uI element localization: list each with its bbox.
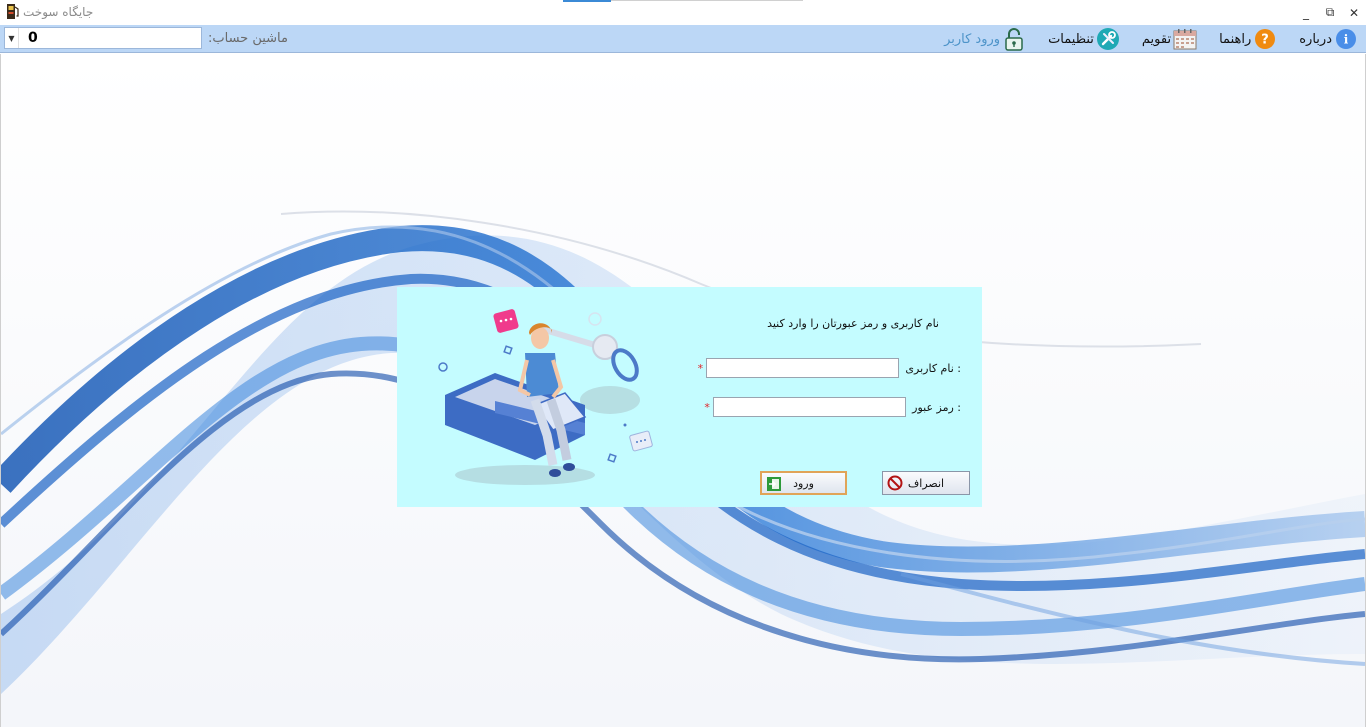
menu-label-login: ورود کاربر: [944, 31, 1001, 47]
account-group: ▼ 0 ماشین حساب:: [4, 27, 288, 49]
login-illustration: [438, 309, 653, 485]
account-label: ماشین حساب:: [208, 30, 288, 46]
fuel-pump-icon: [7, 4, 19, 19]
enter-icon: [767, 477, 781, 491]
window-controls: _ ⧉ ✕: [1294, 0, 1366, 25]
dropdown-arrow-icon[interactable]: ▼: [5, 28, 19, 48]
title-tab-indicator: [563, 0, 611, 2]
account-value: 0: [28, 30, 38, 46]
toolbar: ▼ 0 ماشین حساب: ورود کاربر تنظیمات تقویم…: [0, 25, 1366, 53]
menu-label-calendar: تقویم: [1141, 31, 1172, 47]
help-icon: ?: [1253, 27, 1277, 51]
cancel-button[interactable]: انصراف: [882, 471, 970, 495]
svg-text:?: ?: [1261, 33, 1269, 48]
password-row: * : رمز عبور: [701, 397, 968, 417]
password-required-mark: *: [704, 400, 710, 414]
title-bar: جایگاه سوخت _ ⧉ ✕: [0, 0, 1366, 25]
window-title-group: جایگاه سوخت: [6, 3, 93, 20]
menu-item-settings[interactable]: تنظیمات: [1048, 27, 1120, 51]
close-button[interactable]: ✕: [1342, 0, 1366, 25]
login-instruction: نام کاربری و رمز عبورتان را وارد کنید: [767, 317, 939, 330]
prohibited-icon: [887, 475, 903, 491]
title-tab-line: [611, 0, 803, 1]
username-input[interactable]: [706, 358, 900, 378]
password-input[interactable]: [713, 397, 907, 417]
menu-item-login[interactable]: ورود کاربر: [944, 27, 1026, 51]
restore-button[interactable]: ⧉: [1318, 0, 1342, 25]
info-icon: i: [1334, 27, 1358, 51]
svg-text:i: i: [1344, 33, 1349, 47]
menu-item-calendar[interactable]: تقویم: [1142, 27, 1197, 51]
username-row: * : نام کاربری: [694, 358, 968, 378]
tools-icon: [1096, 27, 1120, 51]
main-menu: ورود کاربر تنظیمات تقویم ? راهنما i دربا…: [944, 26, 1358, 52]
menu-item-help[interactable]: ? راهنما: [1219, 27, 1277, 51]
window-title: جایگاه سوخت: [23, 4, 94, 19]
account-dropdown[interactable]: ▼ 0: [4, 27, 202, 49]
username-required-mark: *: [697, 361, 704, 375]
menu-item-about[interactable]: i درباره: [1299, 27, 1358, 51]
menu-label-settings: تنظیمات: [1048, 31, 1094, 47]
calendar-icon: [1173, 27, 1197, 51]
minimize-button[interactable]: _: [1294, 0, 1318, 25]
menu-label-help: راهنما: [1219, 31, 1252, 47]
lock-open-icon: [1002, 27, 1026, 51]
login-dialog: نام کاربری و رمز عبورتان را وارد کنید * …: [397, 287, 982, 507]
password-label: : رمز عبور: [912, 400, 961, 414]
username-label: : نام کاربری: [905, 361, 961, 375]
menu-label-about: درباره: [1299, 31, 1332, 47]
login-button[interactable]: ورود: [760, 471, 847, 495]
